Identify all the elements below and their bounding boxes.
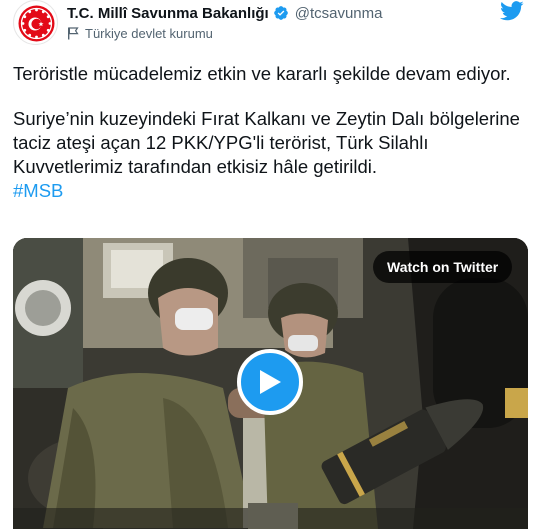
account-name-row: T.C. Millî Savunma Bakanlığı @tcsavunma (67, 3, 382, 23)
tweet-video[interactable]: Watch on Twitter (13, 238, 528, 529)
account-label-row: Türkiye devlet kurumu (67, 24, 213, 42)
hashtag-link[interactable]: #MSB (13, 180, 63, 201)
tweet-paragraph-1: Teröristle mücadelemiz etkin ve kararlı … (13, 63, 511, 84)
play-icon (260, 370, 281, 394)
twitter-bird-icon[interactable] (500, 0, 524, 22)
ministry-emblem-icon (18, 5, 55, 42)
verified-badge-icon (273, 6, 288, 20)
watch-on-twitter-button[interactable]: Watch on Twitter (373, 251, 513, 283)
account-label: Türkiye devlet kurumu (85, 25, 213, 41)
play-button[interactable] (237, 349, 303, 415)
account-display-name[interactable]: T.C. Millî Savunma Bakanlığı (67, 5, 269, 22)
account-handle[interactable]: @tcsavunma (295, 5, 383, 22)
account-avatar[interactable] (13, 0, 58, 45)
tweet-text: Teröristle mücadelemiz etkin ve kararlı … (13, 62, 523, 203)
flag-icon (68, 26, 79, 39)
tweet-embed: T.C. Millî Savunma Bakanlığı @tcsavunma … (0, 0, 534, 529)
tweet-paragraph-2: Suriye’nin kuzeyindeki Fırat Kalkanı ve … (13, 108, 520, 177)
